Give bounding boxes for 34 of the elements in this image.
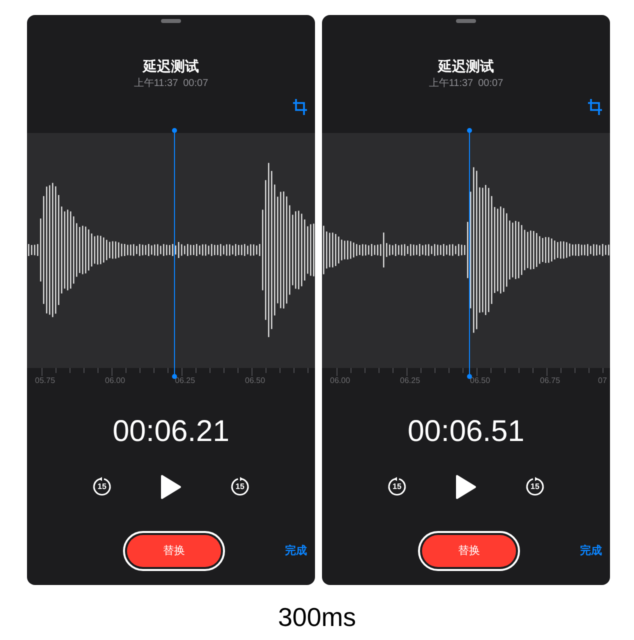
crop-icon[interactable]	[588, 99, 602, 115]
drag-handle[interactable]	[456, 19, 476, 23]
replace-button[interactable]: 替换	[418, 531, 520, 571]
recording-date: 上午11:37	[428, 79, 474, 89]
timeline-label: 06.25	[175, 377, 196, 385]
crop-icon[interactable]	[293, 99, 307, 115]
timeline-label: 05.75	[35, 377, 56, 385]
current-time: 00:06.51	[408, 414, 524, 450]
recording-duration: 00:07	[478, 79, 504, 89]
timeline-label: 07	[598, 377, 607, 385]
timeline-label: 06.00	[105, 377, 126, 385]
playhead[interactable]	[466, 128, 472, 379]
caption: 300ms	[278, 602, 356, 632]
done-button[interactable]: 完成	[285, 542, 307, 560]
skip-back-button[interactable]: 15	[92, 477, 112, 497]
drag-handle[interactable]	[161, 19, 181, 23]
timeline-label: 06.50	[470, 377, 490, 385]
play-icon[interactable]	[455, 474, 477, 500]
done-button[interactable]: 完成	[580, 542, 602, 560]
skip-back-button[interactable]: 15	[387, 477, 407, 497]
playhead[interactable]	[171, 128, 177, 379]
skip-forward-button[interactable]: 15	[230, 477, 250, 497]
current-time: 00:06.21	[112, 414, 230, 450]
timeline-label: 06.00	[330, 377, 350, 385]
timeline-label: 06.25	[400, 377, 420, 385]
recording-date: 上午11:37	[134, 79, 178, 89]
recording-duration: 00:07	[183, 79, 208, 89]
timeline-label: 06.75	[540, 377, 560, 385]
skip-forward-button[interactable]: 15	[525, 477, 545, 497]
recording-title: 延迟测试	[438, 59, 494, 73]
recording-title: 延迟测试	[143, 59, 199, 73]
play-icon[interactable]	[160, 474, 182, 500]
replace-button[interactable]: 替换	[123, 531, 225, 571]
timeline-label: 06.50	[245, 377, 266, 385]
